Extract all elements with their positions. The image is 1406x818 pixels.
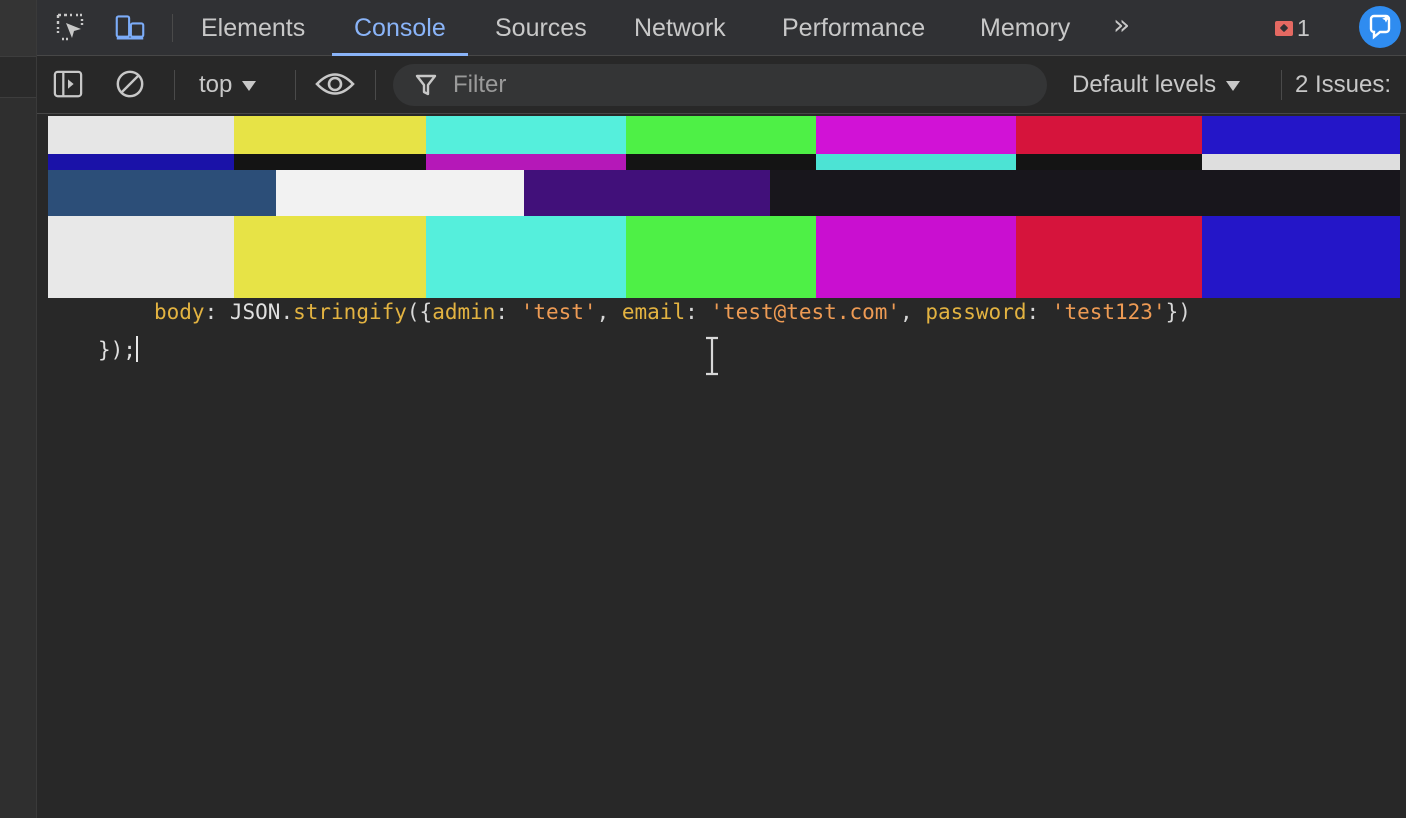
code-token: :	[1026, 300, 1052, 324]
text-caret	[135, 336, 138, 362]
toolbar-separator	[1281, 70, 1282, 100]
tab-network[interactable]: Network	[630, 0, 730, 56]
code-token: });	[98, 338, 136, 362]
code-token: email	[621, 300, 686, 324]
code-line: body: JSON.stringify({admin: 'test', ema…	[154, 298, 1191, 326]
code-token: })	[1165, 300, 1191, 324]
error-count-badge[interactable]: 1	[1275, 14, 1310, 42]
tab-console[interactable]: Console	[332, 0, 468, 56]
tab-sources[interactable]: Sources	[491, 0, 591, 56]
code-token: 'test@test.com'	[710, 300, 901, 324]
code-token: stringify	[293, 300, 407, 324]
video-glitch-colorbars	[48, 116, 1400, 298]
filter-funnel-icon	[415, 74, 437, 96]
toolbar-separator	[375, 70, 376, 100]
log-levels-label: Default levels	[1072, 71, 1217, 98]
code-token: 'test'	[520, 300, 597, 324]
log-levels-dropdown[interactable]: Default levels	[1072, 68, 1241, 102]
filter-field[interactable]	[393, 64, 1047, 106]
error-icon	[1275, 20, 1293, 36]
code-token: .	[280, 300, 294, 324]
colorbar-band	[48, 154, 1400, 170]
code-token: JSON	[229, 300, 281, 324]
colorbar-band	[48, 216, 1400, 298]
code-line: });	[98, 336, 138, 364]
colorbar-band	[48, 116, 1400, 154]
sidebar-toggle-icon[interactable]	[53, 69, 83, 99]
filter-input[interactable]	[453, 71, 1013, 99]
gutter-mid	[0, 57, 36, 98]
console-output[interactable]: body: JSON.stringify({admin: 'test', ema…	[37, 298, 1406, 818]
context-value: top	[199, 71, 233, 98]
code-token: password	[925, 300, 1027, 324]
tab-elements[interactable]: Elements	[197, 0, 309, 56]
issues-button[interactable]: 2 Issues:	[1295, 68, 1391, 102]
code-token: ,	[900, 300, 926, 324]
left-gutter	[0, 0, 37, 818]
ai-assistant-icon	[1369, 14, 1391, 40]
gutter-top	[0, 0, 36, 57]
code-token: :	[685, 300, 711, 324]
ai-assistant-button[interactable]	[1359, 6, 1401, 48]
clear-console-icon[interactable]	[115, 69, 145, 99]
code-token: ({	[406, 300, 433, 324]
chevron-down-icon	[1226, 80, 1241, 91]
colorbar-band	[48, 170, 1400, 216]
code-token: body	[154, 300, 205, 324]
device-toolbar-icon[interactable]	[115, 12, 145, 42]
eye-icon[interactable]	[315, 69, 355, 99]
tabbar-separator	[172, 14, 173, 42]
error-count: 1	[1297, 14, 1310, 41]
code-token: admin	[432, 300, 496, 324]
more-tabs-icon[interactable]: »	[1113, 8, 1130, 41]
text-cursor-icon	[706, 336, 718, 376]
code-token: :	[495, 300, 521, 324]
javascript-context-select[interactable]: top	[199, 68, 257, 102]
toolbar-separator	[295, 70, 296, 100]
devtools-tab-bar: Elements Console Sources Network Perform…	[37, 0, 1406, 56]
devtools-window: Elements Console Sources Network Perform…	[0, 0, 1406, 818]
chevron-down-icon	[242, 80, 257, 91]
inspect-element-icon[interactable]	[55, 12, 85, 42]
code-token: ,	[596, 300, 622, 324]
tab-memory[interactable]: Memory	[976, 0, 1074, 56]
code-token: :	[204, 300, 230, 324]
console-toolbar: top Default levels 2 Issues:	[37, 56, 1406, 114]
toolbar-separator	[174, 70, 175, 100]
tab-performance[interactable]: Performance	[778, 0, 929, 56]
code-token: 'test123'	[1051, 300, 1166, 324]
